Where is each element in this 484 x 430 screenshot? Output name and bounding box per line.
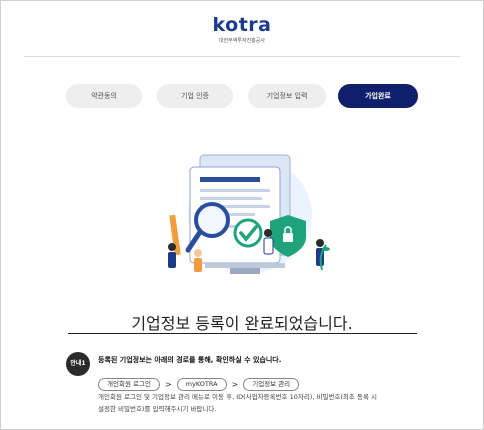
signup-steps: 약관동의 기업 인증 기업정보 입력 가입완료 <box>66 84 418 108</box>
path-separator: > <box>231 380 239 389</box>
step-company-info: 기업정보 입력 <box>248 84 326 108</box>
step-company-auth: 기업 인증 <box>157 84 233 108</box>
path-mykotra: myKOTRA <box>176 378 227 391</box>
navigation-path: 개인회원 로그인 > myKOTRA > 기업정보 관리 <box>98 374 300 391</box>
info-description: 개인회원 로그인 및 기업정보 관리 메뉴로 이동 후, ID(사업자등록번호 … <box>98 391 418 415</box>
info-description-line2: 설정한 비밀번호)를 입력해주시기 바랍니다. <box>98 405 217 413</box>
info-description-line1: 개인회원 로그인 및 기업정보 관리 메뉴로 이동 후, ID(사업자등록번호 … <box>98 393 377 401</box>
path-separator: > <box>164 380 172 389</box>
step-terms: 약관동의 <box>66 84 142 108</box>
step-complete: 가입완료 <box>338 84 418 108</box>
path-personal-login: 개인회원 로그인 <box>98 378 160 391</box>
title-divider <box>68 333 417 334</box>
path-company-info-management: 기업정보 관리 <box>243 378 300 391</box>
kotra-logo[interactable]: kotra <box>0 14 484 36</box>
completion-title: 기업정보 등록이 완료되었습니다. <box>131 314 353 333</box>
header-divider <box>24 56 460 57</box>
completion-illustration <box>168 154 330 274</box>
header: kotra 대한무역투자진흥공사 <box>0 0 484 52</box>
info-badge: 안내1 <box>66 352 90 376</box>
info-headline: 등록된 기업정보는 아래의 경로를 통해, 확인하실 수 있습니다. <box>98 356 282 364</box>
logo-subtitle: 대한무역투자진흥공사 <box>218 38 265 44</box>
